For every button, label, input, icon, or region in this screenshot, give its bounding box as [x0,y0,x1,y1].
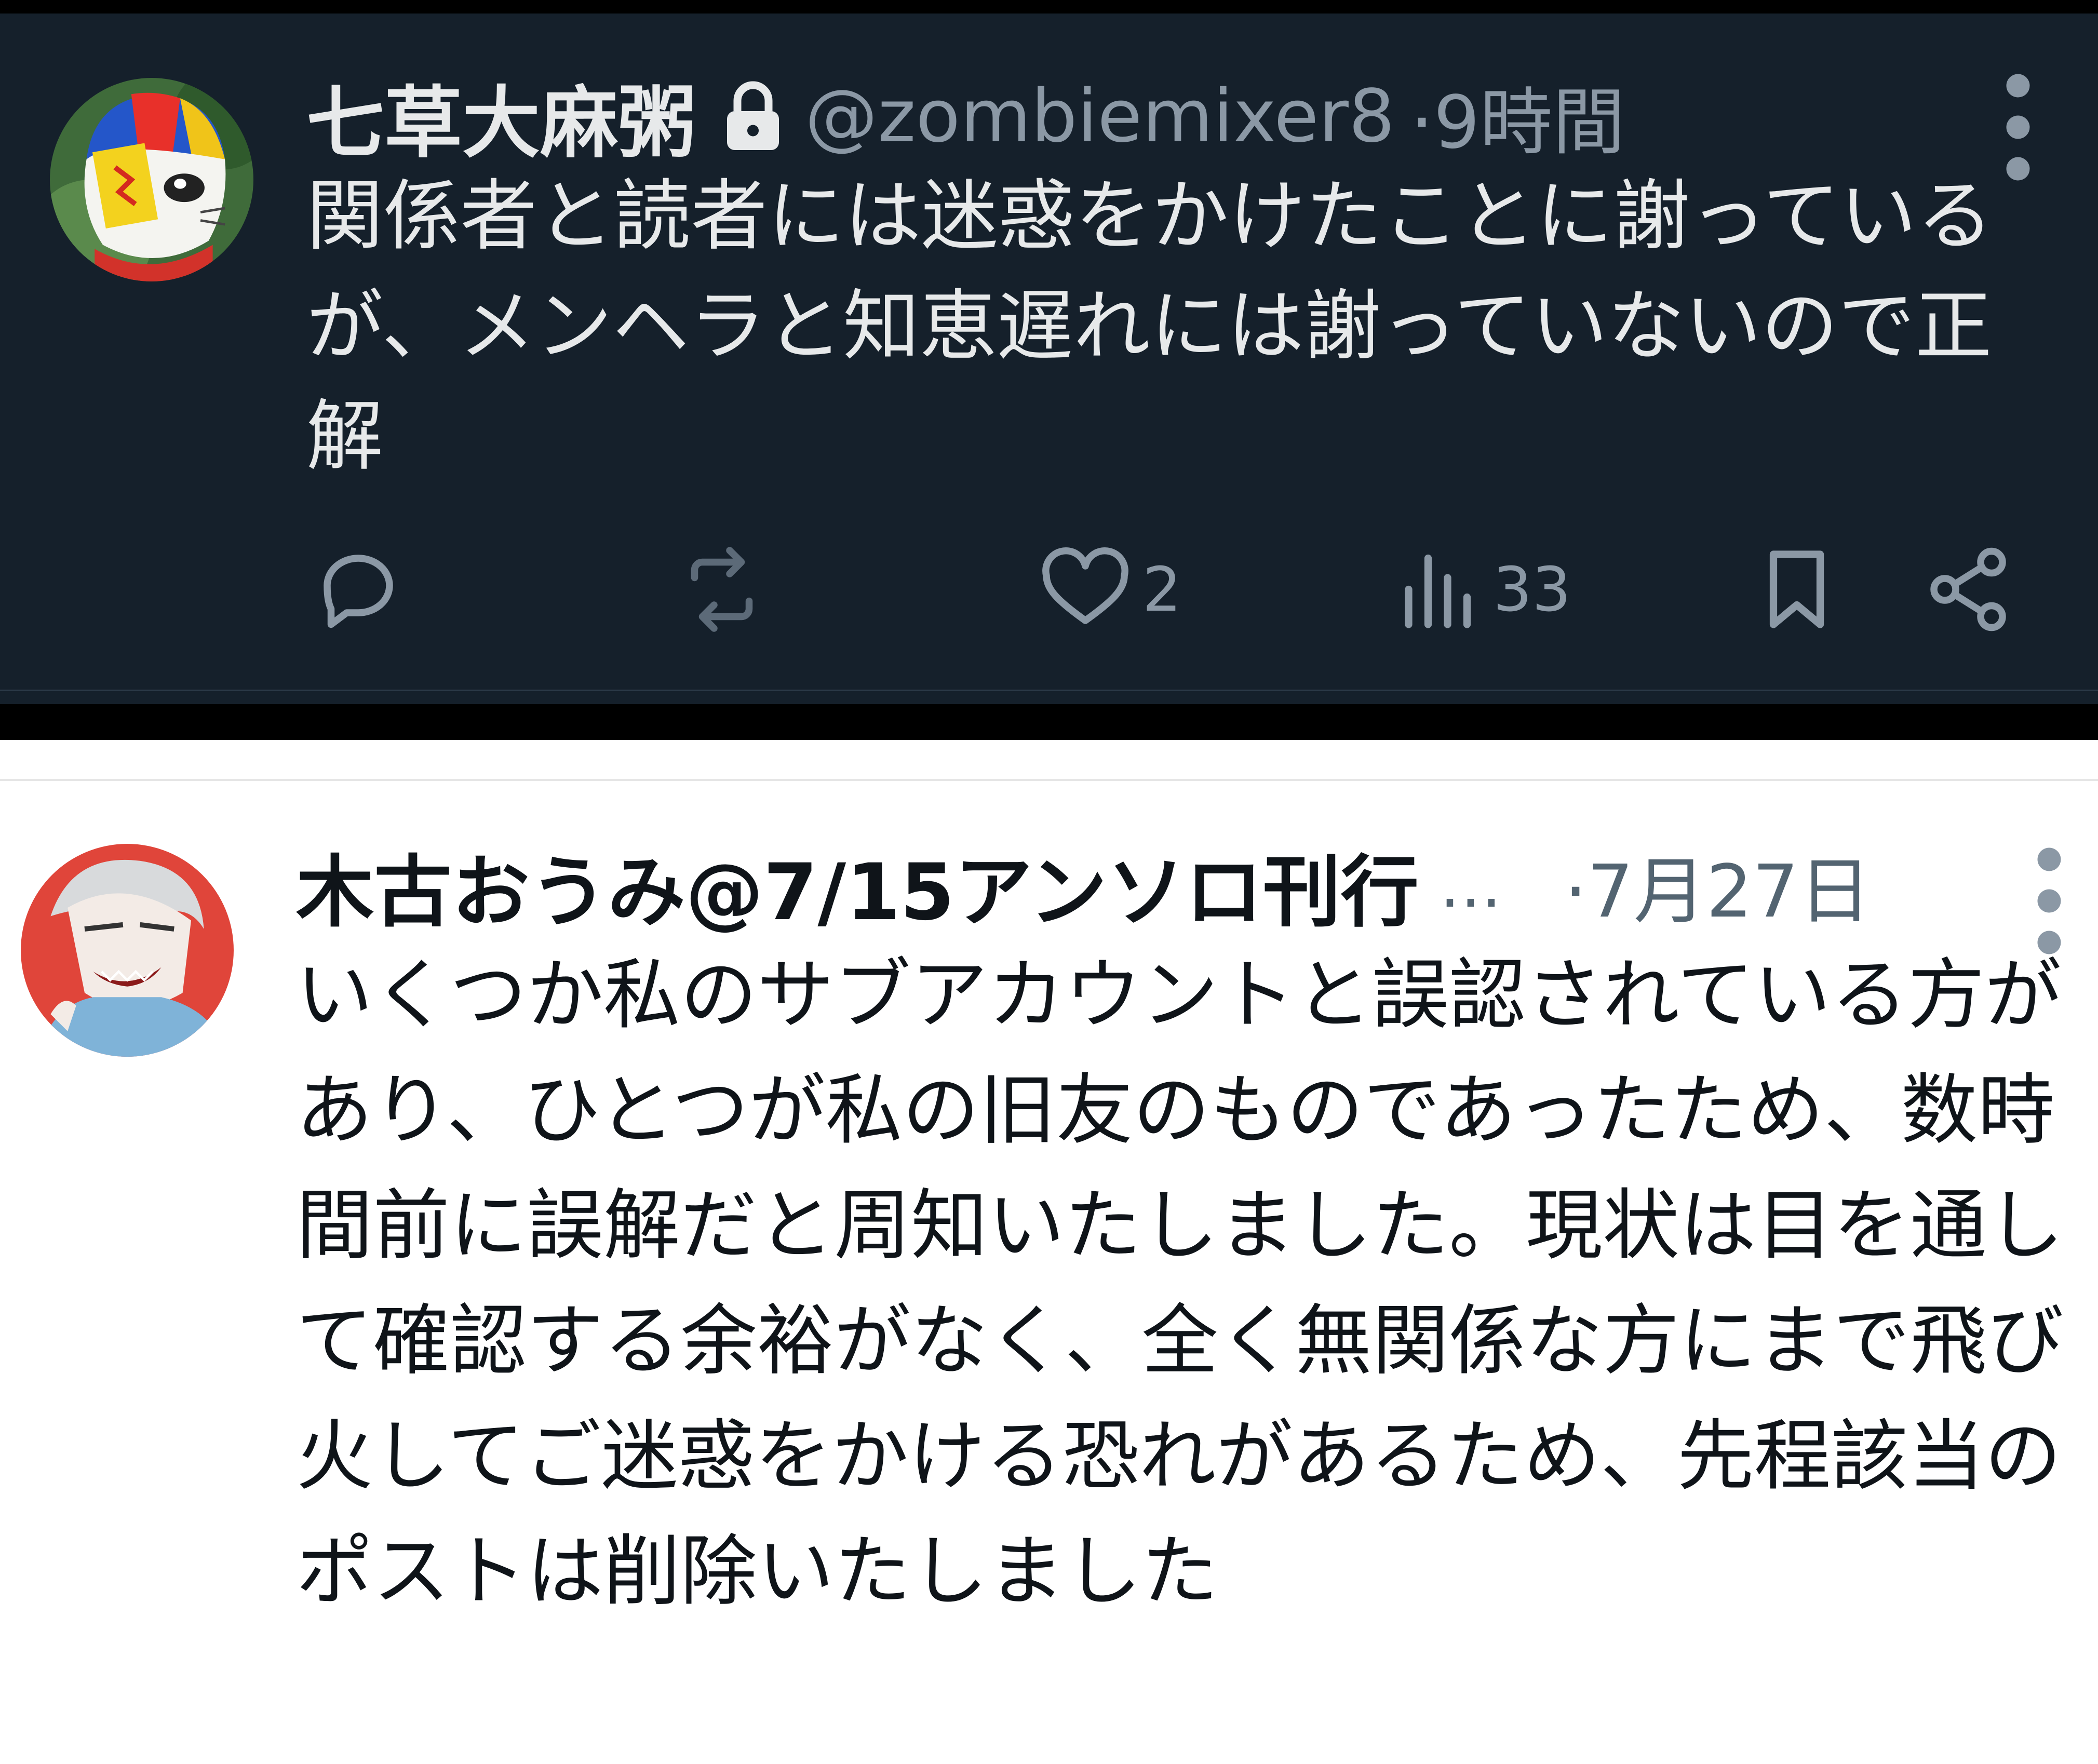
divider [0,779,2098,781]
bookmark-icon [1750,543,1844,636]
views-button[interactable]: 33 [1389,537,1571,641]
user-handle[interactable]: @zombiemixer8 [805,74,1395,159]
share-icon [1921,543,2015,636]
like-button[interactable]: 2 [1039,537,1181,641]
avatar[interactable] [50,78,253,281]
heart-icon [1039,543,1132,636]
tweet-header: 木古おうみ@7/15アンソロ刊行 … ·7月27日 [296,831,1872,940]
retweet-icon [675,543,769,636]
avatar[interactable] [21,844,234,1057]
tweet-header: 七草大麻粥 @zombiemixer8 ·9時間 [306,64,1625,169]
lock-icon [722,80,784,153]
reply-button[interactable] [312,537,415,641]
views-icon [1389,543,1483,636]
tweet-text: 関係者と読者には迷惑をかけたことに謝っているが、メンヘラと知恵遅れには謝っていな… [306,171,1994,481]
divider [0,690,2098,691]
tweet-text: いくつか私のサブアカウントと誤認されている方があり、ひとつが私の旧友のものであっ… [296,950,2064,1616]
display-name[interactable]: 木古おうみ@7/15アンソロ刊行 [296,829,1419,942]
like-count: 2 [1142,554,1182,625]
timestamp[interactable]: ·7月27日 [1564,833,1872,938]
views-count: 33 [1493,554,1571,625]
timestamp[interactable]: ·9時間 [1410,64,1625,169]
share-button[interactable] [1921,537,2015,641]
display-name[interactable]: 七草大麻粥 [306,60,696,173]
name-ellipsis: … [1439,849,1502,922]
reply-icon [312,543,405,636]
screenshot-root: 七草大麻粥 @zombiemixer8 ·9時間 関係者と読者には迷惑をかけたこ… [0,0,2098,1764]
bookmark-button[interactable] [1750,537,1844,641]
retweet-button[interactable] [675,537,779,641]
